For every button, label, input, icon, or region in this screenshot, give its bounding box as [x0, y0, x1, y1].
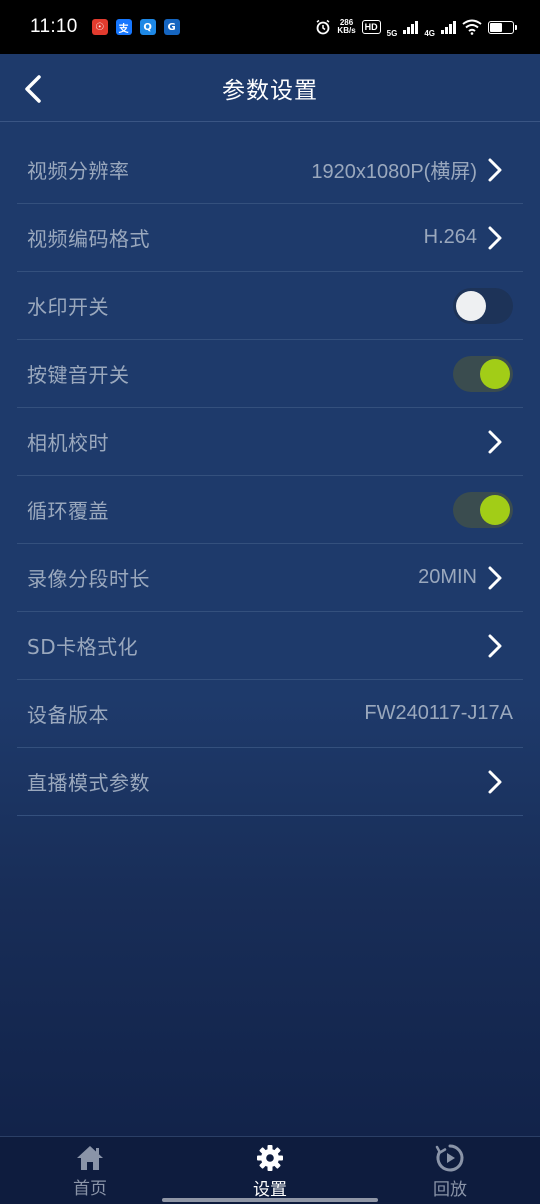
nav-item-settings[interactable]: 设置 — [230, 1143, 310, 1200]
settings-screen: 11:10 ☉ 支 Q G 286 KB/s HD 5G 4G 参数设置 视频分… — [0, 0, 540, 1204]
toggle-knob — [456, 291, 486, 321]
nav-label-home: 首页 — [73, 1179, 107, 1199]
setting-label: 循环覆盖 — [27, 499, 109, 523]
nav-item-home[interactable]: 首页 — [50, 1143, 130, 1199]
nav-label-playback: 回放 — [433, 1180, 467, 1200]
setting-label: 水印开关 — [27, 295, 109, 319]
setting-label: 设备版本 — [27, 703, 109, 727]
setting-label: 视频编码格式 — [27, 227, 150, 251]
header-divider — [0, 121, 540, 122]
status-time: 11:10 — [30, 16, 78, 37]
page-header: 参数设置 — [0, 54, 540, 122]
battery-icon — [488, 20, 517, 34]
chevron-right-icon — [483, 429, 507, 455]
chevron-right-icon — [483, 769, 507, 795]
setting-row[interactable]: 视频编码格式 H.264 — [17, 204, 523, 272]
home-indicator[interactable] — [162, 1198, 378, 1202]
setting-value: FW240117-J17A — [364, 702, 513, 724]
setting-value: 1920x1080P(横屏) — [311, 161, 477, 183]
nav-label-settings: 设置 — [253, 1180, 287, 1200]
back-button[interactable] — [18, 72, 48, 106]
setting-row[interactable]: 视频分辨率 1920x1080P(横屏) — [17, 136, 523, 204]
setting-row[interactable]: SD卡格式化 — [17, 612, 523, 680]
page-title: 参数设置 — [222, 78, 318, 104]
chevron-right-icon — [483, 633, 507, 659]
setting-label: 视频分辨率 — [27, 159, 130, 183]
network-speed: 286 KB/s — [337, 18, 356, 35]
setting-row[interactable]: 相机校时 — [17, 408, 523, 476]
home-icon — [75, 1143, 105, 1172]
setting-label: SD卡格式化 — [27, 635, 139, 659]
setting-value: H.264 — [423, 226, 477, 248]
setting-label: 相机校时 — [27, 431, 109, 455]
bottom-nav: 首页 设置 回放 — [0, 1136, 540, 1204]
app-icon-search: Q — [139, 19, 156, 35]
signal-5g-icon — [403, 20, 419, 34]
chevron-right-icon — [483, 225, 507, 251]
app-icon-blue: G — [163, 19, 180, 35]
chevron-right-icon — [483, 565, 507, 591]
back-arrow-icon — [25, 75, 41, 103]
setting-label: 录像分段时长 — [27, 567, 150, 591]
setting-label: 按键音开关 — [27, 363, 130, 387]
status-app-icons: ☉ 支 Q G — [91, 19, 180, 35]
playback-icon — [435, 1143, 465, 1173]
toggle-switch[interactable] — [453, 492, 513, 528]
network-4g-label: 4G — [424, 28, 435, 38]
toggle-switch[interactable] — [453, 356, 513, 392]
wifi-icon — [462, 19, 482, 35]
setting-row[interactable]: 按键音开关 — [17, 340, 523, 408]
toggle-switch[interactable] — [453, 288, 513, 324]
setting-row[interactable]: 水印开关 — [17, 272, 523, 340]
status-bar: 11:10 ☉ 支 Q G 286 KB/s HD 5G 4G — [0, 0, 540, 54]
alarm-icon — [316, 19, 330, 35]
setting-label: 直播模式参数 — [27, 771, 150, 795]
setting-row[interactable]: 循环覆盖 — [17, 476, 523, 544]
gear-icon — [255, 1143, 285, 1173]
setting-row: 设备版本 FW240117-J17A — [17, 680, 523, 748]
app-icon-red: ☉ — [91, 19, 108, 35]
setting-value: 20MIN — [418, 566, 477, 588]
setting-row[interactable]: 录像分段时长 20MIN — [17, 544, 523, 612]
setting-row[interactable]: 直播模式参数 — [17, 748, 523, 816]
hd-voice-badge: HD — [361, 20, 381, 34]
toggle-knob — [480, 359, 510, 389]
toggle-knob — [480, 495, 510, 525]
network-5g-label: 5G — [386, 28, 398, 38]
signal-4g-icon — [441, 20, 456, 34]
nav-item-playback[interactable]: 回放 — [410, 1143, 490, 1200]
status-right: 286 KB/s HD 5G 4G — [315, 17, 517, 38]
settings-list: 视频分辨率 1920x1080P(横屏) 视频编码格式 H.264 水印开关按键音开关相… — [17, 136, 523, 816]
chevron-right-icon — [483, 157, 507, 183]
alipay-icon: 支 — [115, 19, 132, 35]
